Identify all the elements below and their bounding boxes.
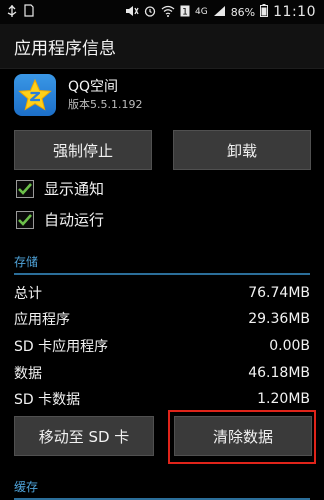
- status-bar: 1 4G 86% 11:10: [0, 0, 324, 24]
- status-left-icons: [0, 4, 34, 21]
- status-right-icons: 1 4G 86% 11:10: [125, 4, 324, 20]
- app-name: QQ空间: [68, 79, 119, 95]
- storage-label: 应用程序: [14, 311, 70, 328]
- auto-run-label: 自动运行: [44, 211, 105, 229]
- storage-label: SD 卡应用程序: [14, 338, 109, 355]
- storage-row-sd-app: SD 卡应用程序 0.00B: [14, 333, 310, 358]
- show-notifications-label: 显示通知: [44, 180, 105, 198]
- storage-row-total: 总计 76.74MB: [14, 280, 310, 305]
- battery-icon: [260, 4, 269, 20]
- storage-value: 29.36MB: [248, 310, 310, 327]
- storage-row-application: 应用程序 29.36MB: [14, 306, 310, 331]
- storage-label: 数据: [14, 365, 42, 382]
- storage-row-sd-data: SD 卡数据 1.20MB: [14, 386, 310, 411]
- sd-card-icon: [24, 4, 34, 20]
- clear-data-highlight-frame: [168, 410, 316, 464]
- auto-run-checkbox[interactable]: [16, 210, 34, 229]
- uninstall-button[interactable]: 卸载: [173, 130, 311, 170]
- storage-value: 76.74MB: [248, 284, 310, 301]
- storage-row-data: 数据 46.18MB: [14, 360, 310, 385]
- storage-value: 1.20MB: [257, 390, 310, 407]
- battery-percent: 86%: [230, 5, 256, 19]
- network-type-label: 4G: [194, 7, 208, 17]
- storage-label: SD 卡数据: [14, 391, 81, 408]
- usb-icon: [6, 4, 18, 21]
- storage-value: 46.18MB: [248, 364, 310, 381]
- page-title: 应用程序信息: [14, 38, 116, 59]
- show-notifications-row[interactable]: 显示通知: [16, 178, 104, 199]
- qzone-star-icon: [14, 74, 56, 116]
- status-time: 11:10: [273, 4, 316, 20]
- force-stop-button[interactable]: 强制停止: [14, 130, 152, 170]
- title-bar: 应用程序信息: [0, 24, 324, 69]
- wifi-icon: [161, 5, 175, 20]
- auto-run-row[interactable]: 自动运行: [16, 209, 104, 230]
- show-notifications-checkbox[interactable]: [16, 179, 34, 198]
- move-to-sd-button[interactable]: 移动至 SD 卡: [14, 416, 154, 456]
- svg-text:1: 1: [182, 7, 188, 17]
- signal-icon: [213, 5, 226, 20]
- alarm-icon: [144, 5, 156, 20]
- storage-label: 总计: [14, 285, 42, 302]
- sim-icon: 1: [180, 5, 190, 20]
- app-header: QQ空间 版本5.5.1.192: [14, 74, 142, 116]
- cache-section-header: 缓存: [14, 478, 310, 500]
- mute-icon: [125, 5, 139, 20]
- storage-section-header: 存储: [14, 253, 310, 275]
- app-info: QQ空间 版本5.5.1.192: [68, 77, 142, 113]
- app-version: 版本5.5.1.192: [68, 98, 143, 111]
- storage-value: 0.00B: [269, 337, 310, 354]
